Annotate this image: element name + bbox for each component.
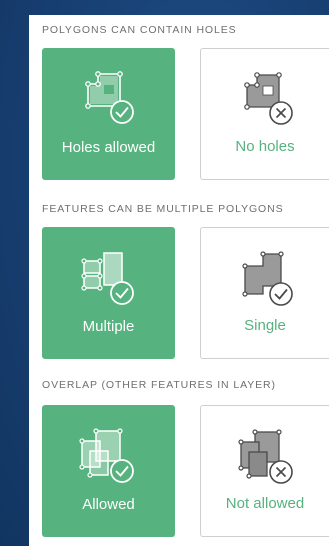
settings-panel: POLYGONS CAN CONTAIN HOLES Holes allowed xyxy=(29,15,329,546)
option-label: Allowed xyxy=(82,496,135,513)
option-holes-allowed[interactable]: Holes allowed xyxy=(42,48,175,180)
option-label: Holes allowed xyxy=(61,139,156,156)
option-label: Multiple xyxy=(82,318,135,335)
option-label: No holes xyxy=(235,138,295,155)
option-multiple[interactable]: Multiple xyxy=(42,227,175,359)
option-label: Not allowed xyxy=(225,495,305,512)
polygon-hole-check-icon xyxy=(85,71,134,124)
section-title-holes: POLYGONS CAN CONTAIN HOLES xyxy=(42,24,237,36)
polygon-hole-x-icon xyxy=(244,72,293,125)
section-title-multipart: FEATURES CAN BE MULTIPLE POLYGONS xyxy=(42,203,284,215)
section-title-overlap: OVERLAP (OTHER FEATURES IN LAYER) xyxy=(42,379,276,391)
single-polygon-check-icon xyxy=(242,251,293,306)
option-overlap-not-allowed[interactable]: Not allowed xyxy=(200,405,329,537)
overlap-x-icon xyxy=(238,429,293,484)
overlap-check-icon xyxy=(79,428,134,483)
multi-polygon-check-icon xyxy=(81,252,134,305)
option-single[interactable]: Single xyxy=(200,227,329,359)
option-overlap-allowed[interactable]: Allowed xyxy=(42,405,175,537)
option-no-holes[interactable]: No holes xyxy=(200,48,329,180)
option-label: Single xyxy=(244,317,286,334)
